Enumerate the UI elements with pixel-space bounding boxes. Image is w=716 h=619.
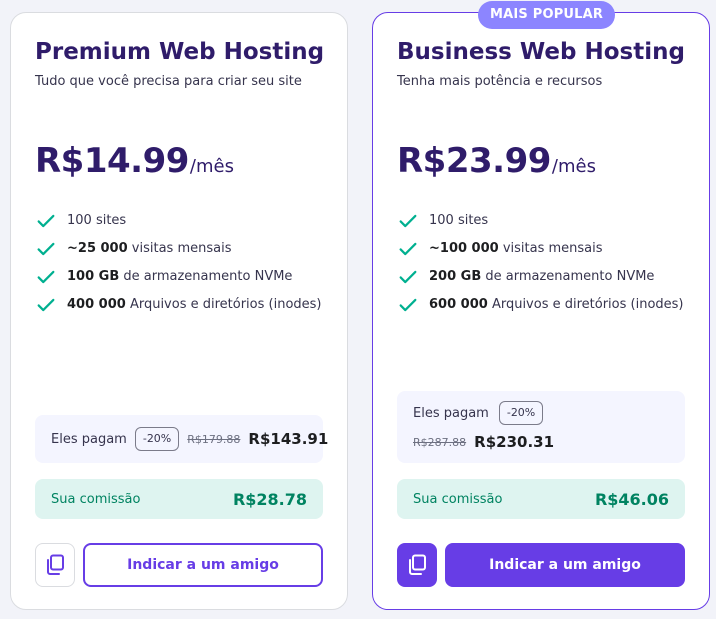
check-icon	[37, 242, 55, 256]
feature-item: 600 000 Arquivos e diretórios (inodes)	[397, 293, 697, 317]
check-icon	[399, 242, 417, 256]
plan-price: R$23.99/mês	[397, 141, 596, 181]
price-period: /mês	[189, 156, 234, 177]
plan-card-premium: Premium Web Hosting Tudo que você precis…	[10, 12, 348, 610]
customer-pays-box: Eles pagam -20% R$179.88 R$143.91	[35, 415, 328, 463]
copy-icon	[47, 554, 64, 575]
check-icon	[399, 270, 417, 284]
pay-label: Eles pagam	[51, 431, 127, 447]
new-price: R$230.31	[474, 433, 555, 451]
pay-label: Eles pagam	[413, 405, 489, 421]
commission-box: Sua comissão R$28.78	[35, 479, 323, 519]
plan-price: R$14.99/mês	[35, 141, 234, 181]
refer-friend-button[interactable]: Indicar a um amigo	[445, 543, 685, 587]
feature-item: 200 GB de armazenamento NVMe	[397, 265, 697, 289]
discount-badge: -20%	[498, 401, 544, 425]
discount-badge: -20%	[134, 427, 180, 451]
feature-text: 100 sites	[429, 213, 489, 228]
feature-text: ~100 000 visitas mensais	[429, 241, 603, 256]
feature-item: ~100 000 visitas mensais	[397, 237, 697, 261]
copy-link-button[interactable]	[397, 543, 437, 587]
commission-value: R$46.06	[594, 489, 669, 509]
plan-subtitle: Tenha mais potência e recursos	[397, 74, 603, 89]
old-price: R$287.88	[413, 435, 467, 449]
price-amount: R$14.99	[35, 141, 189, 181]
plan-card-business: MAIS POPULAR Business Web Hosting Tenha …	[372, 1, 710, 610]
feature-item: ~25 000 visitas mensais	[35, 237, 335, 261]
feature-text: 600 000 Arquivos e diretórios (inodes)	[429, 297, 684, 312]
feature-item: 100 GB de armazenamento NVMe	[35, 265, 335, 289]
feature-list: 100 sites ~100 000 visitas mensais 200 G…	[397, 209, 697, 321]
feature-text: 200 GB de armazenamento NVMe	[429, 269, 655, 284]
feature-list: 100 sites ~25 000 visitas mensais 100 GB…	[35, 209, 335, 321]
pricing-page: Premium Web Hosting Tudo que você precis…	[0, 0, 716, 619]
commission-label: Sua comissão	[413, 491, 503, 507]
commission-label: Sua comissão	[51, 491, 141, 507]
new-price: R$143.91	[248, 430, 329, 448]
feature-item: 400 000 Arquivos e diretórios (inodes)	[35, 293, 335, 317]
price-amount: R$23.99	[397, 141, 551, 181]
check-icon	[37, 298, 55, 312]
feature-text: 100 GB de armazenamento NVMe	[67, 269, 293, 284]
refer-friend-button[interactable]: Indicar a um amigo	[83, 543, 323, 587]
feature-text: 100 sites	[67, 213, 127, 228]
check-icon	[399, 298, 417, 312]
check-icon	[37, 214, 55, 228]
commission-box: Sua comissão R$46.06	[397, 479, 685, 519]
feature-item: 100 sites	[397, 209, 697, 233]
feature-text: ~25 000 visitas mensais	[67, 241, 232, 256]
feature-text: 400 000 Arquivos e diretórios (inodes)	[67, 297, 322, 312]
most-popular-badge: MAIS POPULAR	[478, 1, 616, 29]
copy-icon	[409, 554, 426, 575]
customer-pays-box: Eles pagam -20% R$287.88 R$230.31	[397, 391, 685, 463]
plan-subtitle: Tudo que você precisa para criar seu sit…	[35, 74, 302, 89]
check-icon	[399, 214, 417, 228]
copy-link-button[interactable]	[35, 543, 75, 587]
plan-title: Premium Web Hosting	[35, 39, 325, 65]
price-period: /mês	[551, 156, 596, 177]
plan-title: Business Web Hosting	[397, 39, 685, 65]
feature-item: 100 sites	[35, 209, 335, 233]
check-icon	[37, 270, 55, 284]
commission-value: R$28.78	[232, 489, 307, 509]
old-price: R$179.88	[187, 432, 241, 446]
